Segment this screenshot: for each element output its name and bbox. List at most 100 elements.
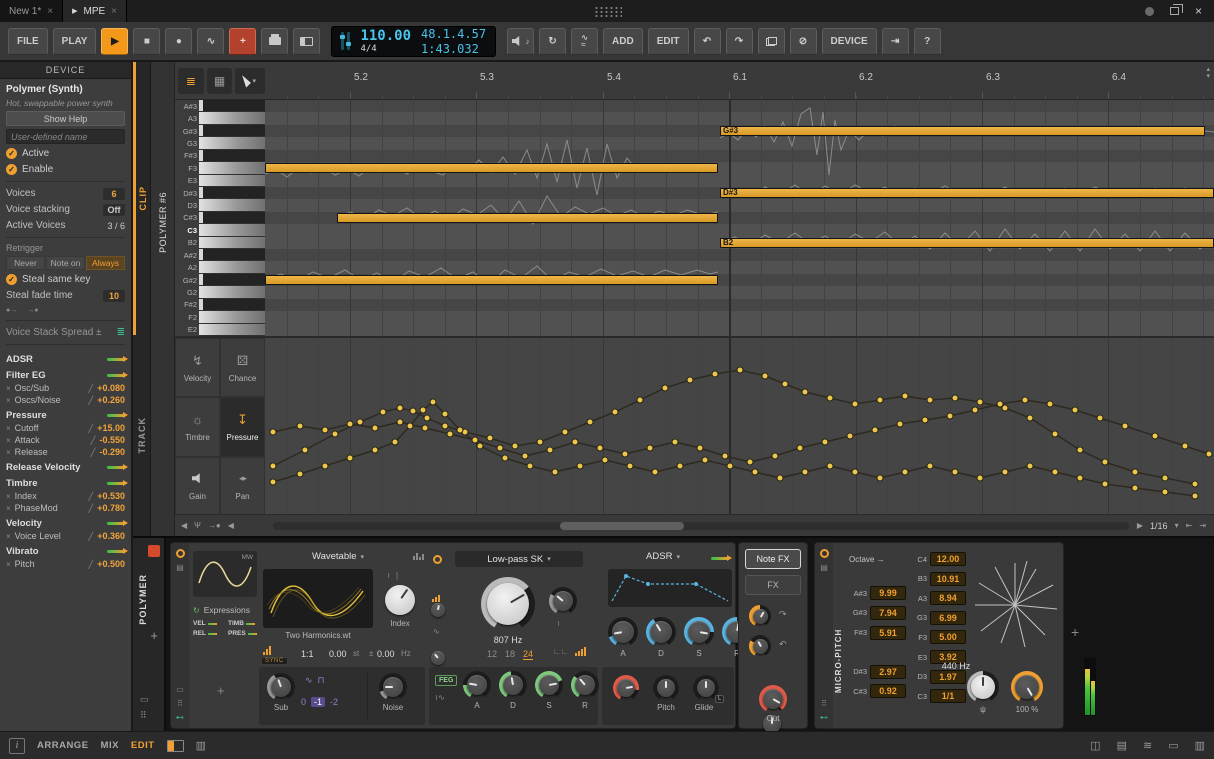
sub-knob[interactable] (267, 673, 295, 701)
pressure-point[interactable] (424, 415, 430, 421)
pressure-point[interactable] (457, 427, 463, 433)
pressure-point[interactable] (902, 393, 908, 399)
note-list-view-button[interactable]: ≣ (178, 68, 204, 94)
micropitch-white-row[interactable]: B310.91 (907, 571, 966, 587)
expression-tab-pan[interactable]: ◂▸Pan (220, 457, 265, 516)
pressure-point[interactable] (527, 463, 533, 469)
remove-mod-icon[interactable]: × (6, 436, 11, 445)
timeline-ruler[interactable]: ▴▾ 5.25.35.46.16.26.36.4 (265, 62, 1214, 99)
remove-mod-icon[interactable]: × (6, 532, 11, 541)
piano-key-bar[interactable] (199, 112, 265, 124)
add-device-button[interactable]: + (1071, 624, 1079, 640)
pressure-point[interactable] (622, 451, 628, 457)
mod-target-row[interactable]: ×Attack╱-0.550 (6, 434, 125, 446)
retrigger-option[interactable]: Always (86, 256, 125, 270)
pressure-point[interactable] (297, 423, 303, 429)
tab-close-icon[interactable]: × (47, 6, 53, 17)
micropitch-white-row[interactable]: A38.94 (907, 590, 966, 606)
device-grip-icon[interactable]: ⠿ (821, 700, 827, 708)
grid-dots-icon[interactable]: ⠿ (140, 710, 147, 721)
knob-ring[interactable] (608, 617, 638, 647)
piano-key-bar[interactable] (199, 125, 265, 137)
edit-menu-button[interactable]: EDIT (648, 28, 689, 55)
pressure-point[interactable] (302, 447, 308, 453)
song-position[interactable]: 48.1.4.57 (421, 28, 486, 40)
pressure-point[interactable] (1052, 431, 1058, 437)
filter-keytrack-icon[interactable] (432, 595, 440, 602)
pressure-point[interactable] (747, 459, 753, 465)
arrange-view-button[interactable]: ARRANGE (37, 740, 89, 751)
pressure-point[interactable] (1027, 463, 1033, 469)
pressure-curve-editor[interactable] (265, 338, 1214, 514)
mod-amount-value[interactable]: -0.550 (99, 435, 125, 445)
device-expand-icon[interactable]: ⊷ (820, 714, 828, 722)
note[interactable]: B2 (720, 238, 1214, 248)
voice-stacking-value[interactable]: Off (103, 204, 125, 216)
note[interactable]: D#3 (720, 188, 1214, 198)
restore-window-icon[interactable] (1170, 7, 1179, 15)
pressure-point[interactable] (322, 427, 328, 433)
focus-device-button[interactable]: ⇥ (882, 28, 909, 55)
project-tab-new1[interactable]: New 1* × (0, 0, 63, 22)
pressure-point[interactable] (662, 385, 668, 391)
micro-pitch-device[interactable]: ▤ ⠿ ⊷ MICRO-PITCH Octave → C412.00B310.9… (814, 542, 1064, 729)
knob[interactable] (650, 621, 672, 643)
pressure-point[interactable] (297, 471, 303, 477)
mix-knob[interactable] (1011, 671, 1043, 703)
song-time[interactable]: 1:43.032 (421, 43, 486, 55)
pressure-point[interactable] (522, 453, 528, 459)
knob-a[interactable]: A (608, 617, 638, 658)
mod-amount-value[interactable]: +0.080 (97, 383, 125, 393)
remove-mod-icon[interactable]: × (6, 424, 11, 433)
pressure-point[interactable] (782, 381, 788, 387)
micropitch-value[interactable]: 9.99 (870, 586, 906, 600)
add-device-icon[interactable]: + (150, 628, 158, 643)
add-oscillator-button[interactable]: + (217, 683, 225, 698)
enable-toggle[interactable]: ✓Enable (6, 163, 125, 176)
filter-power-button[interactable] (433, 555, 442, 564)
piano-key-bar[interactable] (199, 150, 265, 162)
pressure-point[interactable] (687, 377, 693, 383)
notes-icon[interactable]: ▤ (1117, 739, 1127, 752)
expression-tab-velocity[interactable]: ↯Velocity (175, 338, 220, 397)
dual-panel-icon[interactable] (167, 740, 184, 752)
piano-key-bar[interactable] (199, 199, 265, 211)
pressure-point[interactable] (712, 371, 718, 377)
pressure-point[interactable] (397, 419, 403, 425)
pressure-point[interactable] (677, 463, 683, 469)
active-toggle[interactable]: ✓Active (6, 147, 125, 160)
link-icon[interactable]: →● (208, 521, 221, 530)
micropitch-black-row[interactable]: A#39.99 (847, 585, 906, 601)
mod-section-header[interactable]: ADSR (6, 352, 125, 366)
pressure-point[interactable] (922, 417, 928, 423)
ruler-beat-label[interactable]: 6.2 (859, 72, 873, 83)
knob[interactable] (503, 675, 523, 695)
piano-key[interactable]: F3 (175, 162, 265, 174)
pressure-point[interactable] (397, 405, 403, 411)
device-rename-field[interactable]: User-defined name (6, 129, 125, 144)
piano-key[interactable]: G#3 (175, 125, 265, 137)
micropitch-value[interactable]: 5.00 (930, 630, 966, 644)
pressure-point[interactable] (702, 457, 708, 463)
pressure-point[interactable] (737, 367, 743, 373)
loop-button[interactable]: ↻ (539, 28, 566, 55)
piano-key[interactable]: G2 (175, 286, 265, 298)
pressure-point[interactable] (1182, 443, 1188, 449)
horizontal-scrollbar[interactable] (273, 522, 1129, 530)
pressure-point[interactable] (462, 429, 468, 435)
project-tab-mpe[interactable]: ▶ MPE × (63, 0, 127, 22)
track-color-chip[interactable] (148, 545, 160, 557)
env-type-selector[interactable]: ADSR▾ (623, 551, 703, 562)
sub-octave-option[interactable]: -2 (330, 697, 338, 707)
pressure-point[interactable] (1162, 475, 1168, 481)
piano-key[interactable]: G#2 (175, 274, 265, 286)
filter-slope-option[interactable]: 18 (505, 649, 515, 660)
micropitch-white-row[interactable]: C31/1 (907, 688, 966, 704)
micropitch-white-row[interactable]: C412.00 (907, 551, 966, 567)
pressure-point[interactable] (547, 447, 553, 453)
zoom-fit-right-icon[interactable]: ⇥ (1199, 521, 1206, 530)
piano-key[interactable]: B2 (175, 237, 265, 249)
micropitch-value[interactable]: 8.94 (930, 591, 966, 605)
knob-r[interactable]: R (571, 671, 599, 710)
piano-key-bar[interactable] (199, 237, 265, 249)
